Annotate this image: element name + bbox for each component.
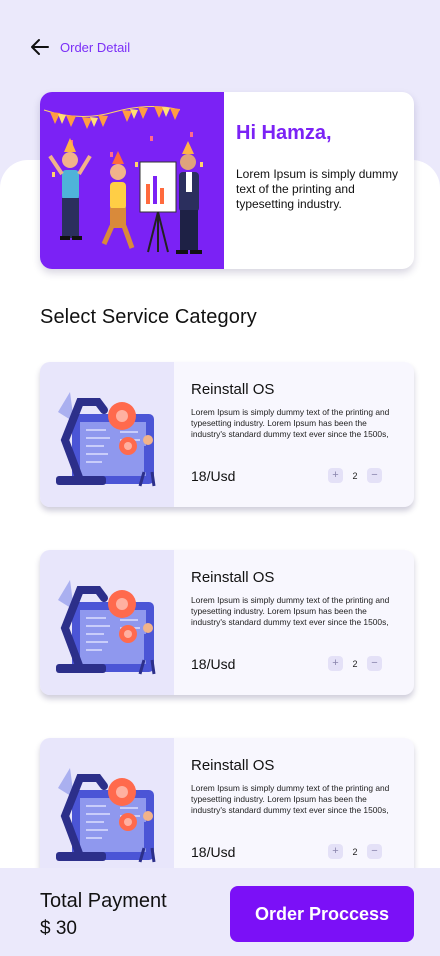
service-price: 18/Usd	[191, 844, 236, 860]
greeting-heading: Hi Hamza,	[236, 122, 332, 144]
service-title: Reinstall OS	[191, 381, 275, 398]
decrease-quantity-button[interactable]: −	[367, 844, 382, 859]
increase-quantity-button[interactable]: +	[328, 468, 343, 483]
arrow-left-icon[interactable]	[30, 37, 50, 57]
decrease-quantity-button[interactable]: −	[367, 656, 382, 671]
section-title: Select Service Category	[40, 306, 257, 328]
checkout-bar: Total Payment $ 30 Order Proccess	[0, 868, 440, 956]
service-description: Lorem Ipsum is simply dummy text of the …	[191, 595, 390, 627]
order-process-button[interactable]: Order Proccess	[230, 886, 414, 942]
greeting-description: Lorem Ipsum is simply dummy text of the …	[236, 167, 399, 211]
quantity-stepper: + 2 −	[328, 844, 382, 859]
service-description: Lorem Ipsum is simply dummy text of the …	[191, 407, 390, 439]
service-description: Lorem Ipsum is simply dummy text of the …	[191, 783, 390, 815]
quantity-value: 2	[352, 846, 358, 857]
service-card[interactable]: Reinstall OS Lorem Ipsum is simply dummy…	[40, 362, 414, 507]
service-price: 18/Usd	[191, 656, 236, 672]
service-illustration	[40, 362, 174, 507]
service-card[interactable]: Reinstall OS Lorem Ipsum is simply dummy…	[40, 738, 414, 883]
service-title: Reinstall OS	[191, 757, 275, 774]
quantity-value: 2	[352, 470, 358, 481]
service-title: Reinstall OS	[191, 569, 275, 586]
decrease-quantity-button[interactable]: −	[367, 468, 382, 483]
quantity-stepper: + 2 −	[328, 656, 382, 671]
quantity-stepper: + 2 −	[328, 468, 382, 483]
service-illustration	[40, 550, 174, 695]
service-illustration	[40, 738, 174, 883]
page-title: Order Detail	[60, 39, 131, 55]
service-card[interactable]: Reinstall OS Lorem Ipsum is simply dummy…	[40, 550, 414, 695]
total-payment-value: $ 30	[40, 918, 77, 939]
quantity-value: 2	[352, 658, 358, 669]
increase-quantity-button[interactable]: +	[328, 844, 343, 859]
increase-quantity-button[interactable]: +	[328, 656, 343, 671]
party-illustration	[40, 92, 224, 269]
total-payment-label: Total Payment	[40, 890, 167, 912]
service-price: 18/Usd	[191, 468, 236, 484]
welcome-banner: Hi Hamza, Lorem Ipsum is simply dummy te…	[40, 92, 414, 269]
back-navigation[interactable]: Order Detail	[30, 36, 130, 58]
